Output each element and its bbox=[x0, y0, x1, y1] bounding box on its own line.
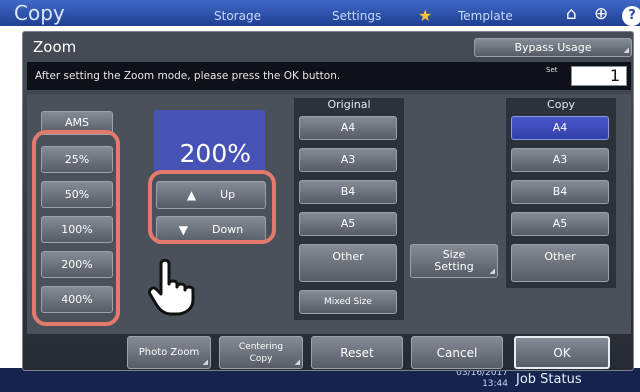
help-icon[interactable]: ? bbox=[622, 6, 640, 26]
paper-size-label: B4 bbox=[340, 185, 356, 198]
menu-corner-icon: ◢ bbox=[623, 46, 629, 54]
globe-icon[interactable]: ⊕ bbox=[594, 4, 608, 24]
datetime: 03/16/2017 13:44 bbox=[448, 368, 508, 390]
menu-corner-icon: ◢ bbox=[202, 358, 208, 366]
paper-size-label: A4 bbox=[552, 121, 568, 134]
job-status-button[interactable]: Job Status bbox=[516, 372, 582, 387]
ams-label: AMS bbox=[65, 116, 89, 129]
set-count-field[interactable]: 1 bbox=[571, 66, 627, 86]
background-tab-template[interactable]: Template bbox=[458, 9, 513, 23]
zoom-value-display: 200% bbox=[154, 110, 265, 174]
instruction-message: After setting the Zoom mode, please pres… bbox=[35, 70, 341, 82]
mixed-size-button[interactable]: Mixed Size bbox=[299, 290, 397, 314]
bypass-usage-label: Bypass Usage bbox=[514, 40, 592, 54]
paper-size-label: B4 bbox=[552, 185, 568, 198]
time-label: 13:44 bbox=[482, 379, 508, 389]
reset-label: Reset bbox=[340, 345, 374, 360]
paper-size-label: A4 bbox=[340, 121, 356, 134]
background-top-bar: Copy Storage Settings ★ Template ⌂ ⊕ ? bbox=[0, 0, 640, 26]
cancel-button[interactable]: Cancel bbox=[411, 336, 503, 369]
original-other-button[interactable]: Other bbox=[299, 244, 397, 282]
original-column-header: Original bbox=[294, 98, 404, 112]
centering-copy-label: Centering Copy bbox=[238, 341, 284, 364]
background-tab-settings[interactable]: Settings bbox=[332, 9, 381, 23]
copy-column-header: Copy bbox=[506, 98, 616, 112]
copy-other-button[interactable]: Other bbox=[511, 244, 609, 282]
home-icon[interactable]: ⌂ bbox=[566, 4, 577, 24]
preset-callout-outline bbox=[32, 130, 120, 326]
reset-button[interactable]: Reset bbox=[311, 336, 403, 369]
copy-a3-button[interactable]: A3 bbox=[511, 148, 609, 172]
paper-size-label: Other bbox=[544, 250, 576, 263]
star-icon: ★ bbox=[418, 6, 433, 25]
size-setting-label: Size Setting bbox=[434, 248, 474, 273]
ok-label: OK bbox=[553, 345, 571, 360]
original-a5-button[interactable]: A5 bbox=[299, 212, 397, 236]
mixed-size-label: Mixed Size bbox=[324, 297, 372, 307]
background-bottom-bar: 03/16/2017 13:44 Job Status bbox=[0, 368, 640, 392]
ok-button[interactable]: OK bbox=[514, 336, 610, 369]
paper-size-label: A3 bbox=[552, 153, 568, 166]
paper-size-label: A3 bbox=[340, 153, 356, 166]
copy-b4-button[interactable]: B4 bbox=[511, 180, 609, 204]
hand-pointer-icon bbox=[148, 258, 195, 316]
centering-copy-button[interactable]: Centering Copy ◢ bbox=[219, 336, 303, 369]
dialog-title: Zoom bbox=[33, 38, 77, 56]
copy-a4-button[interactable]: A4 bbox=[511, 116, 609, 140]
set-label: Set bbox=[546, 66, 558, 74]
menu-corner-icon: ◢ bbox=[294, 358, 300, 366]
cancel-label: Cancel bbox=[436, 345, 478, 360]
paper-size-label: A5 bbox=[340, 217, 356, 230]
zoom-value: 200% bbox=[179, 139, 251, 168]
original-b4-button[interactable]: B4 bbox=[299, 180, 397, 204]
original-a3-button[interactable]: A3 bbox=[299, 148, 397, 172]
paper-size-label: A5 bbox=[552, 217, 568, 230]
copy-a5-button[interactable]: A5 bbox=[511, 212, 609, 236]
menu-corner-icon: ◢ bbox=[489, 267, 495, 275]
paper-size-label: Other bbox=[332, 250, 364, 263]
background-app-title: Copy bbox=[14, 1, 65, 25]
message-bar: After setting the Zoom mode, please pres… bbox=[27, 62, 631, 90]
background-tab-storage[interactable]: Storage bbox=[214, 9, 261, 23]
size-setting-button[interactable]: Size Setting ◢ bbox=[410, 244, 498, 278]
original-a4-button[interactable]: A4 bbox=[299, 116, 397, 140]
up-down-callout-outline bbox=[148, 170, 276, 244]
photo-zoom-button[interactable]: Photo Zoom ◢ bbox=[127, 336, 211, 369]
bypass-usage-button[interactable]: Bypass Usage ◢ bbox=[474, 38, 632, 57]
photo-zoom-label: Photo Zoom bbox=[138, 346, 200, 358]
